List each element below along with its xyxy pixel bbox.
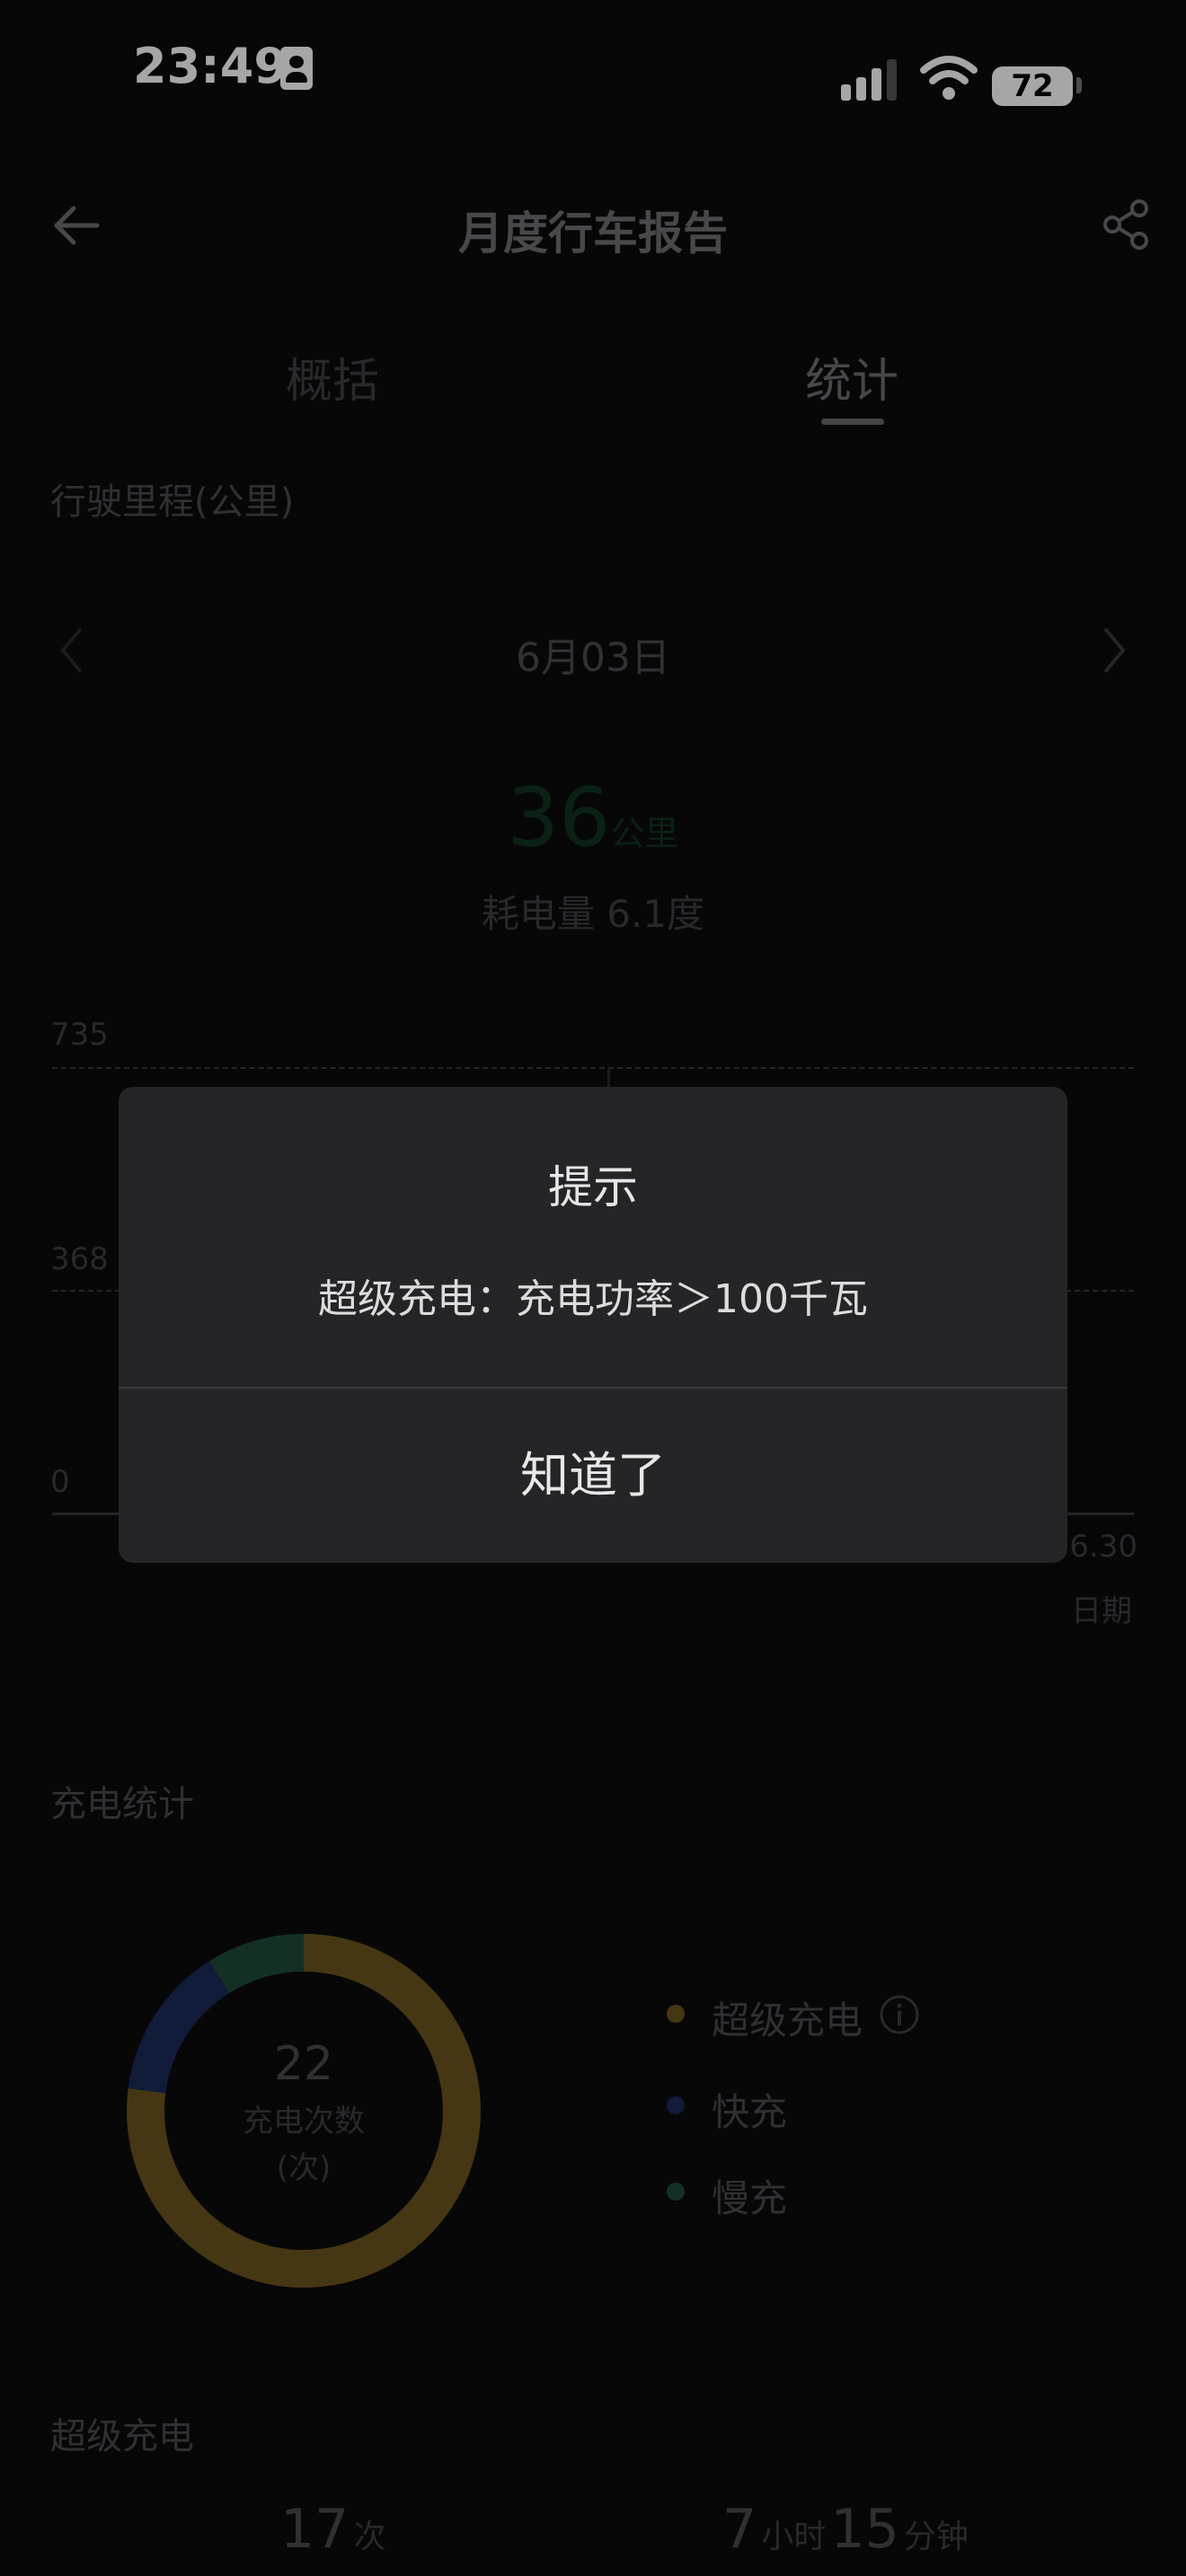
dialog-title: 提示 [548, 1161, 638, 1213]
dialog-confirm-button[interactable]: 知道了 [119, 1389, 1067, 1563]
dialog-message: 超级充电：充电功率＞100千瓦 [318, 1276, 868, 1322]
tip-dialog: 提示 超级充电：充电功率＞100千瓦 知道了 [119, 1087, 1067, 1563]
